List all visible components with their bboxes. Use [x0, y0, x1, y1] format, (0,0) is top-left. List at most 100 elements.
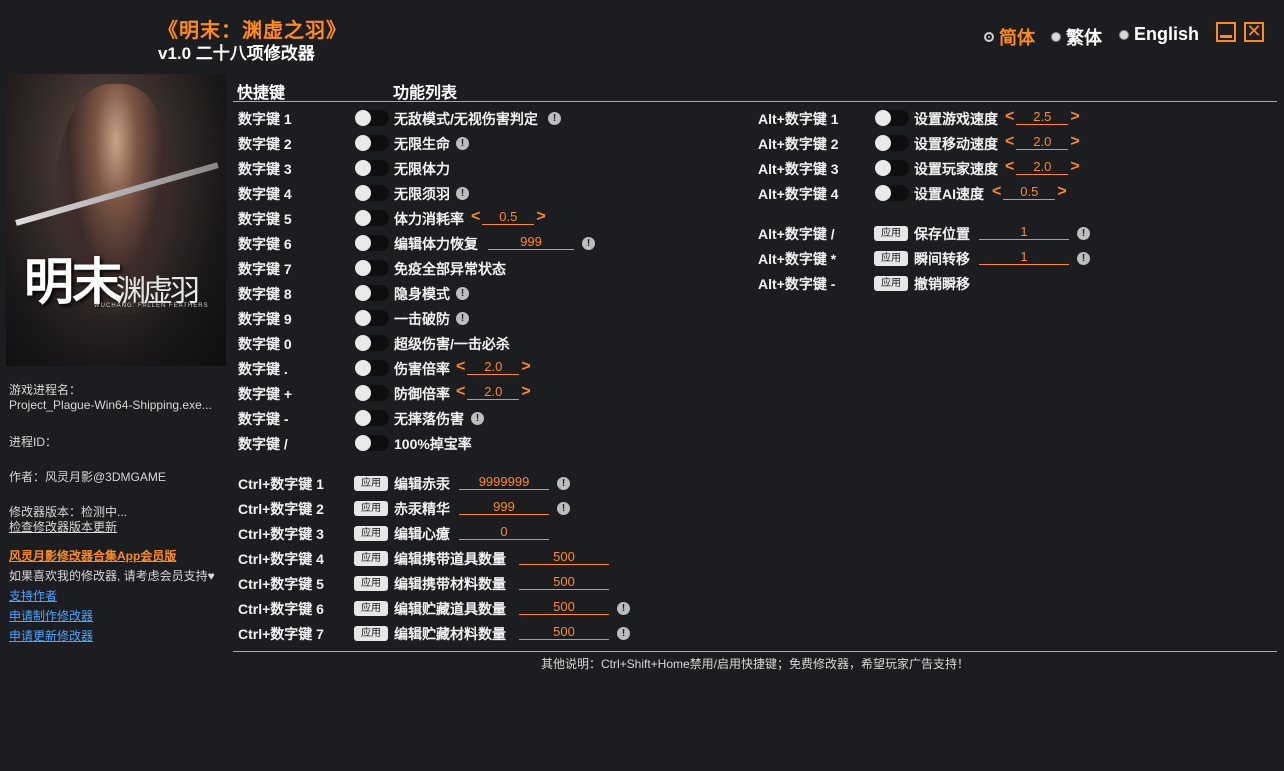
support-author-link[interactable]: 支持作者 — [9, 587, 57, 604]
toggle-switch[interactable] — [355, 385, 389, 401]
value-stepper[interactable]: <2.5 > — [1005, 109, 1080, 125]
value-stepper[interactable]: <2.0 > — [456, 359, 531, 375]
check-update-link[interactable]: 检查修改器版本更新 — [9, 518, 117, 535]
apply-button[interactable]: 应用 — [354, 476, 388, 491]
info-icon[interactable]: ! — [617, 602, 630, 615]
value-input[interactable]: 1 — [979, 249, 1069, 265]
apply-button[interactable]: 应用 — [354, 626, 388, 641]
toggle-switch[interactable] — [355, 260, 389, 276]
lang-english[interactable]: English — [1119, 24, 1199, 45]
toggle-switch[interactable] — [355, 360, 389, 376]
decrease-arrow-icon[interactable]: < — [456, 384, 465, 400]
request-make-link[interactable]: 申请制作修改器 — [9, 607, 93, 624]
info-icon[interactable]: ! — [456, 287, 469, 300]
apply-button[interactable]: 应用 — [874, 251, 908, 266]
decrease-arrow-icon[interactable]: < — [1005, 109, 1014, 125]
apply-button[interactable]: 应用 — [354, 526, 388, 541]
stepper-value[interactable]: 0.5 — [482, 209, 535, 225]
close-icon[interactable]: ✕ — [1244, 22, 1264, 42]
decrease-arrow-icon[interactable]: < — [471, 209, 480, 225]
cover-logo-en: WUCHANG: FALLEN FEATHERS — [94, 303, 209, 309]
apply-button[interactable]: 应用 — [354, 551, 388, 566]
toggle-switch[interactable] — [355, 135, 389, 151]
stepper-value[interactable]: 2.0 — [467, 359, 520, 375]
value-input[interactable]: 500 — [519, 574, 609, 590]
feature-name: 编辑贮藏道具数量 — [394, 601, 506, 617]
value-stepper[interactable]: <2.0 > — [456, 384, 531, 400]
stepper-value[interactable]: 0.5 — [1003, 184, 1056, 200]
info-icon[interactable]: ! — [617, 627, 630, 640]
feature-name: 防御倍率 — [394, 386, 450, 402]
info-icon[interactable]: ! — [456, 137, 469, 150]
decrease-arrow-icon[interactable]: < — [456, 359, 465, 375]
process-value: Project_Plague-Win64-Shipping.exe... — [9, 398, 212, 412]
info-icon[interactable]: ! — [456, 312, 469, 325]
info-icon[interactable]: ! — [548, 112, 561, 125]
toggle-switch[interactable] — [355, 185, 389, 201]
apply-button[interactable]: 应用 — [874, 276, 908, 291]
apply-button[interactable]: 应用 — [354, 501, 388, 516]
increase-arrow-icon[interactable]: > — [521, 384, 530, 400]
toggle-switch[interactable] — [355, 160, 389, 176]
hotkey-header: 快捷键 — [237, 85, 286, 102]
toggle-switch[interactable] — [355, 235, 389, 251]
decrease-arrow-icon[interactable]: < — [992, 184, 1001, 200]
toggle-switch[interactable] — [355, 285, 389, 301]
toggle-switch[interactable] — [355, 335, 389, 351]
toggle-switch[interactable] — [355, 410, 389, 426]
decrease-arrow-icon[interactable]: < — [1005, 134, 1014, 150]
value-input[interactable]: 0 — [459, 524, 549, 540]
toggle-switch[interactable] — [875, 110, 909, 126]
request-update-link[interactable]: 申请更新修改器 — [9, 627, 93, 644]
info-icon[interactable]: ! — [557, 477, 570, 490]
value-input[interactable]: 1 — [979, 224, 1069, 240]
hotkey-label: Alt+数字键 / — [758, 226, 835, 242]
info-icon[interactable]: ! — [1077, 252, 1090, 265]
increase-arrow-icon[interactable]: > — [1070, 134, 1079, 150]
apply-button[interactable]: 应用 — [874, 226, 908, 241]
value-stepper[interactable]: <0.5 > — [992, 184, 1067, 200]
value-input[interactable]: 500 — [519, 549, 609, 565]
toggle-switch[interactable] — [355, 310, 389, 326]
value-input[interactable]: 9999999 — [459, 474, 549, 490]
value-stepper[interactable]: <2.0 > — [1005, 134, 1080, 150]
value-input[interactable]: 500 — [519, 624, 609, 640]
radio-selected-icon[interactable] — [984, 32, 994, 42]
radio-icon[interactable] — [1119, 29, 1129, 40]
increase-arrow-icon[interactable]: > — [1057, 184, 1066, 200]
promo-link[interactable]: 风灵月影修改器合集App会员版 — [9, 547, 176, 564]
value-input[interactable]: 999 — [459, 499, 549, 515]
toggle-switch[interactable] — [875, 160, 909, 176]
lang-simplified[interactable]: 简体 — [984, 24, 1035, 50]
stepper-value[interactable]: 2.0 — [467, 384, 520, 400]
feature-name: 瞬间转移 — [914, 251, 970, 267]
info-icon[interactable]: ! — [456, 187, 469, 200]
decrease-arrow-icon[interactable]: < — [1005, 159, 1014, 175]
increase-arrow-icon[interactable]: > — [521, 359, 530, 375]
stepper-value[interactable]: 2.0 — [1016, 134, 1069, 150]
toggle-switch[interactable] — [875, 185, 909, 201]
toggle-switch[interactable] — [355, 435, 389, 451]
value-stepper[interactable]: <2.0 > — [1005, 159, 1080, 175]
increase-arrow-icon[interactable]: > — [1070, 109, 1079, 125]
toggle-switch[interactable] — [355, 210, 389, 226]
value-input[interactable]: 500 — [519, 599, 609, 615]
toggle-switch[interactable] — [355, 110, 389, 126]
info-icon[interactable]: ! — [1077, 227, 1090, 240]
increase-arrow-icon[interactable]: > — [1070, 159, 1079, 175]
info-icon[interactable]: ! — [557, 502, 570, 515]
stepper-value[interactable]: 2.0 — [1016, 159, 1069, 175]
info-icon[interactable]: ! — [582, 237, 595, 250]
info-icon[interactable]: ! — [471, 412, 484, 425]
toggle-switch[interactable] — [875, 135, 909, 151]
increase-arrow-icon[interactable]: > — [536, 209, 545, 225]
apply-button[interactable]: 应用 — [354, 601, 388, 616]
apply-button[interactable]: 应用 — [354, 576, 388, 591]
lang-traditional[interactable]: 繁体 — [1051, 24, 1102, 50]
stepper-value[interactable]: 2.5 — [1016, 109, 1069, 125]
radio-icon[interactable] — [1051, 32, 1061, 42]
value-stepper[interactable]: <0.5 > — [471, 209, 546, 225]
minimize-icon[interactable] — [1216, 22, 1236, 42]
value-input[interactable]: 999 — [488, 234, 574, 250]
feature-name: 设置AI速度 — [914, 186, 984, 202]
